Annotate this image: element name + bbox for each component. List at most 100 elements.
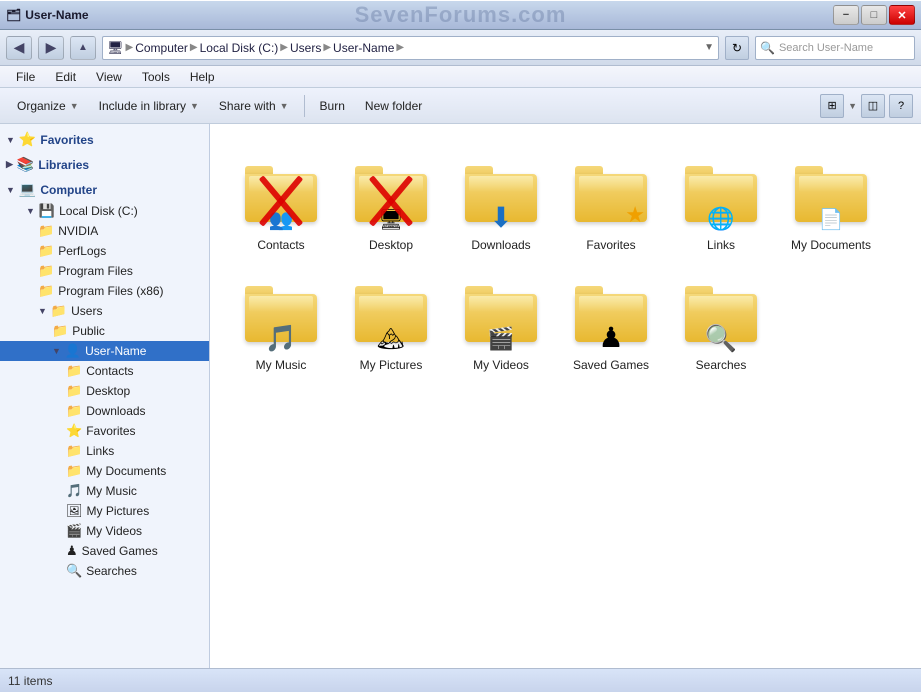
include-in-library-button[interactable]: Include in library ▼ [90, 92, 208, 120]
sidebar-item-my-documents[interactable]: 📁 My Documents [0, 461, 209, 481]
forward-button[interactable]: ▶ [38, 36, 64, 60]
public-folder-icon: 📁 [52, 323, 68, 339]
burn-button[interactable]: Burn [311, 92, 354, 120]
sidebar-item-program-files[interactable]: 📁 Program Files [0, 261, 209, 281]
sidebar-item-desktop[interactable]: 📁 Desktop [0, 381, 209, 401]
sidebar-programfilesx86-label: Program Files (x86) [58, 284, 163, 298]
sidebar-item-downloads[interactable]: 📁 Downloads [0, 401, 209, 421]
sidebar-computer-label: Computer [40, 183, 97, 197]
sidebar-item-contacts[interactable]: 📁 Contacts [0, 361, 209, 381]
close-button[interactable]: ✕ [889, 5, 915, 25]
links-folder-icon: 📁 [66, 443, 82, 459]
address-bar[interactable]: 🖥 ▶ Computer ▶ Local Disk (C:) ▶ Users ▶… [102, 36, 719, 60]
favorites-star-icon: ★ [625, 202, 645, 228]
favorites-sub-icon: ⭐ [66, 423, 82, 439]
sidebar-header-favorites[interactable]: ▼ ⭐ Favorites [0, 128, 209, 151]
address-dropdown-button[interactable]: ▼ [704, 42, 714, 53]
breadcrumb: 🖥 ▶ Computer ▶ Local Disk (C:) ▶ Users ▶… [107, 40, 404, 56]
sidebar-myvideos-label: My Videos [86, 524, 142, 538]
breadcrumb-users[interactable]: Users [290, 41, 321, 55]
sidebar-header-computer[interactable]: ▼ 💻 Computer [0, 178, 209, 201]
status-bar: 11 items [0, 668, 921, 692]
sidebar-mymusic-label: My Music [86, 484, 137, 498]
menu-help[interactable]: Help [182, 68, 223, 86]
username-icon: 👤 [65, 343, 81, 359]
view-toggle-button[interactable]: ⊞ [820, 94, 844, 118]
breadcrumb-root-icon: 🖥 [107, 40, 124, 56]
file-label-desktop: Desktop [369, 238, 413, 252]
breadcrumb-sep-1: ▶ [190, 42, 198, 53]
sidebar-item-perflogs[interactable]: 📁 PerfLogs [0, 241, 209, 261]
maximize-button[interactable]: □ [861, 5, 887, 25]
sidebar-item-users[interactable]: ▼ 📁 Users [0, 301, 209, 321]
sidebar-item-searches[interactable]: 🔍 Searches [0, 561, 209, 581]
contacts-overlay-icon: 👥 [269, 207, 294, 232]
sidebar-libraries-label: Libraries [38, 158, 89, 172]
breadcrumb-username[interactable]: User-Name [333, 41, 394, 55]
contacts-folder-sheen [249, 176, 313, 192]
sidebar-item-program-files-x86[interactable]: 📁 Program Files (x86) [0, 281, 209, 301]
sidebar-username-label: User-Name [85, 344, 146, 358]
status-count: 11 items [8, 674, 52, 688]
file-item-favorites[interactable]: ★ Favorites [556, 140, 666, 260]
help-button[interactable]: ? [889, 94, 913, 118]
breadcrumb-disk[interactable]: Local Disk (C:) [200, 41, 279, 55]
file-item-my-videos[interactable]: 🎬 My Videos [446, 260, 556, 380]
file-item-searches[interactable]: 🔍 Searches [666, 260, 776, 380]
include-label: Include in library [99, 99, 186, 113]
sidebar-item-saved-games[interactable]: ♟ Saved Games [0, 541, 209, 561]
sidebar-item-favorites-sub[interactable]: ⭐ Favorites [0, 421, 209, 441]
mymusic-folder-icon: 🎵 [66, 483, 82, 499]
menu-view[interactable]: View [88, 68, 130, 86]
search-bar[interactable]: 🔍 Search User-Name [755, 36, 915, 60]
sidebar-item-my-music[interactable]: 🎵 My Music [0, 481, 209, 501]
favorites-icon: ⭐ [19, 131, 36, 148]
toolbar-separator-1 [304, 95, 305, 117]
nav-bar: ◀ ▶ ▲ 🖥 ▶ Computer ▶ Local Disk (C:) ▶ U… [0, 30, 921, 66]
file-item-downloads[interactable]: ⬇ Downloads [446, 140, 556, 260]
sidebar-nvidia-label: NVIDIA [58, 224, 98, 238]
back-button[interactable]: ◀ [6, 36, 32, 60]
sidebar-header-libraries[interactable]: ▶ 📚 Libraries [0, 153, 209, 176]
menu-edit[interactable]: Edit [47, 68, 84, 86]
links-folder-sheen [689, 176, 753, 192]
refresh-button[interactable]: ↻ [725, 36, 749, 60]
file-item-my-music[interactable]: 🎵 My Music [226, 260, 336, 380]
view-dropdown-arrow[interactable]: ▼ [848, 101, 857, 111]
mymusic-overlay-icon: 🎵 [265, 323, 297, 354]
file-item-desktop[interactable]: 🖥 Desktop [336, 140, 446, 260]
file-item-my-documents[interactable]: 📄 My Documents [776, 140, 886, 260]
up-button[interactable]: ▲ [70, 36, 96, 60]
window-icon: 🗂 [6, 8, 21, 22]
sidebar-item-links[interactable]: 📁 Links [0, 441, 209, 461]
savedgames-overlay-icon: ♟ [598, 321, 623, 354]
minimize-button[interactable]: − [833, 5, 859, 25]
sidebar-item-nvidia[interactable]: 📁 NVIDIA [0, 221, 209, 241]
breadcrumb-computer[interactable]: Computer [135, 41, 188, 55]
file-item-contacts[interactable]: 👥 Contacts [226, 140, 336, 260]
sidebar-item-public[interactable]: 📁 Public [0, 321, 209, 341]
organize-button[interactable]: Organize ▼ [8, 92, 88, 120]
programfilesx86-folder-icon: 📁 [38, 283, 54, 299]
sidebar-item-my-pictures[interactable]: 🖼 My Pictures [0, 501, 209, 521]
sidebar-mydocuments-label: My Documents [86, 464, 166, 478]
file-item-saved-games[interactable]: ♟ Saved Games [556, 260, 666, 380]
file-item-links[interactable]: 🌐 Links [666, 140, 776, 260]
nvidia-folder-icon: 📁 [38, 223, 54, 239]
preview-pane-button[interactable]: ◫ [861, 94, 885, 118]
file-label-contacts: Contacts [257, 238, 304, 252]
file-item-my-pictures[interactable]: 🏔 My Pictures [336, 260, 446, 380]
file-label-my-videos: My Videos [473, 358, 529, 372]
title-bar: 🗂 User-Name SevenForums.com − □ ✕ [0, 0, 921, 30]
sidebar-item-username[interactable]: ▼ 👤 User-Name [0, 341, 209, 361]
file-icon-favorites: ★ [571, 154, 651, 234]
sidebar-item-local-disk[interactable]: ▼ 💾 Local Disk (C:) [0, 201, 209, 221]
sidebar-section-computer: ▼ 💻 Computer ▼ 💾 Local Disk (C:) 📁 NVIDI… [0, 178, 209, 581]
sidebar-item-my-videos[interactable]: 🎬 My Videos [0, 521, 209, 541]
new-folder-button[interactable]: New folder [356, 92, 431, 120]
menu-file[interactable]: File [8, 68, 43, 86]
menu-tools[interactable]: Tools [134, 68, 178, 86]
searches-folder-icon: 🔍 [66, 563, 82, 579]
share-with-button[interactable]: Share with ▼ [210, 92, 298, 120]
breadcrumb-sep-0: ▶ [126, 42, 134, 53]
